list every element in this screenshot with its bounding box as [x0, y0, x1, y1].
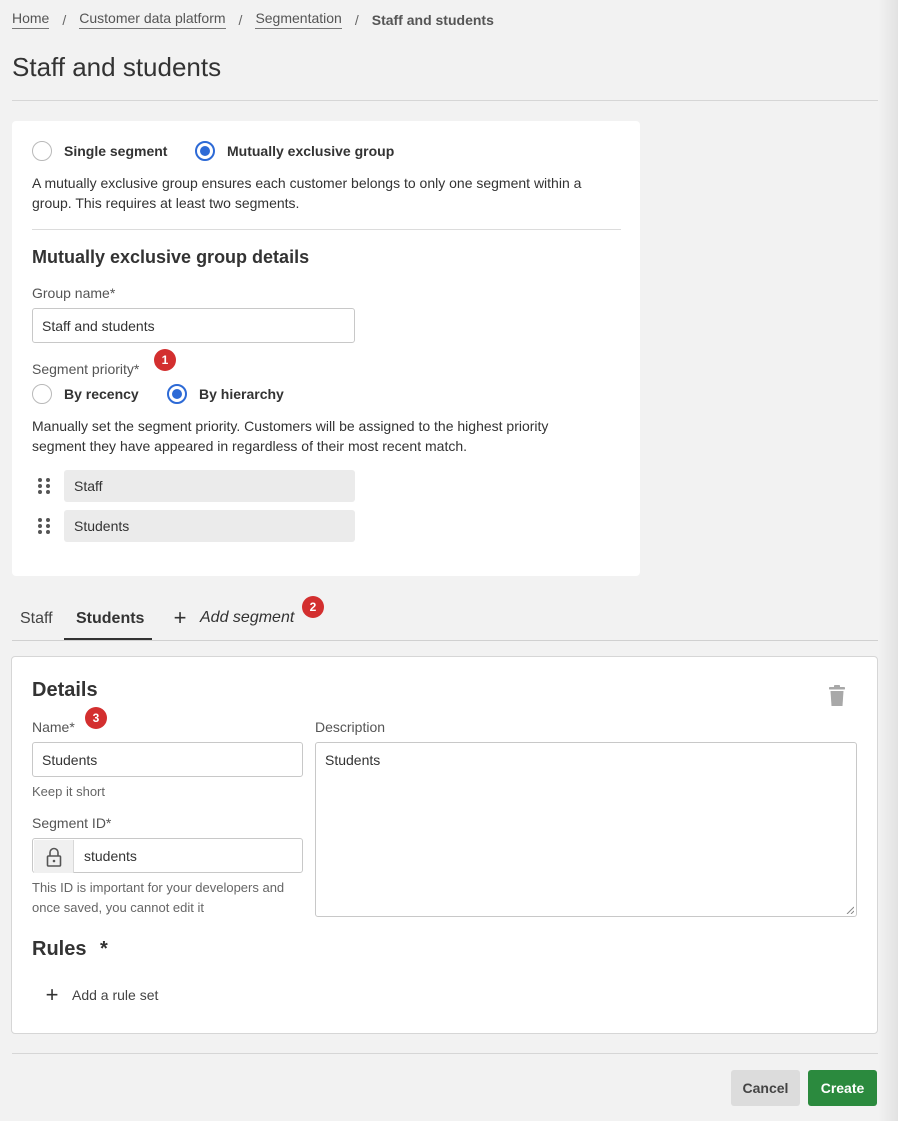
by-recency-label: By recency — [64, 386, 139, 402]
card-divider — [32, 229, 621, 230]
name-help: Keep it short — [32, 784, 105, 799]
by-hierarchy-label: By hierarchy — [199, 386, 284, 402]
create-button[interactable]: Create — [808, 1070, 877, 1106]
segment-id-input: students — [32, 838, 303, 873]
add-rule-set-button[interactable]: + Add a rule set — [44, 982, 159, 1007]
breadcrumb-home[interactable]: Home — [12, 10, 50, 29]
lock-icon — [34, 840, 74, 873]
description-textarea[interactable]: Students — [315, 742, 857, 917]
drag-handle-icon[interactable] — [32, 474, 56, 498]
breadcrumb-separator: / — [238, 11, 243, 28]
breadcrumb-current: Staff and students — [371, 11, 494, 28]
segment-id-value: students — [84, 847, 137, 864]
annotation-badge-1: 1 — [154, 349, 176, 371]
by-recency-radio[interactable] — [32, 384, 52, 404]
rules-required-marker: * — [100, 938, 108, 960]
priority-item-staff[interactable]: Staff — [32, 470, 355, 502]
breadcrumb-separator: / — [354, 11, 359, 28]
breadcrumb: Home / Customer data platform / Segmenta… — [12, 10, 494, 29]
plus-icon: + — [45, 982, 59, 1007]
priority-item-label: Staff — [64, 470, 355, 502]
mutually-exclusive-option[interactable]: Mutually exclusive group — [195, 141, 394, 161]
group-settings-card: Single segment Mutually exclusive group … — [12, 121, 640, 576]
segment-id-label: Segment ID* — [32, 815, 112, 831]
segment-id-help: This ID is important for your developers… — [32, 880, 285, 915]
name-label: Name* — [32, 719, 75, 735]
segment-details-card: Details Name* 3 Students Keep it short S… — [11, 656, 878, 1034]
add-segment-label: Add segment — [200, 609, 295, 626]
segment-type-help: A mutually exclusive group ensures each … — [32, 175, 582, 211]
mutually-exclusive-radio[interactable] — [195, 141, 215, 161]
footer-divider — [12, 1053, 878, 1054]
by-hierarchy-radio[interactable] — [167, 384, 187, 404]
breadcrumb-separator: / — [62, 11, 67, 28]
trash-icon[interactable] — [828, 685, 846, 707]
priority-item-students[interactable]: Students — [32, 510, 355, 542]
title-divider — [12, 100, 878, 101]
name-input[interactable]: Students — [32, 742, 303, 777]
single-segment-option[interactable]: Single segment — [32, 141, 167, 161]
priority-item-label: Students — [64, 510, 355, 542]
description-label: Description — [315, 719, 386, 735]
tab-students[interactable]: Students — [76, 610, 144, 628]
group-name-input[interactable]: Staff and students — [32, 308, 355, 343]
rules-title: Rules * — [32, 938, 108, 961]
tabs-divider — [12, 640, 878, 641]
add-rule-set-label: Add a rule set — [72, 987, 159, 1003]
details-title: Details — [32, 679, 98, 701]
breadcrumb-segmentation[interactable]: Segmentation — [255, 10, 342, 29]
segment-tabs: Staff Students + Add segment 2 — [12, 596, 878, 641]
single-segment-label: Single segment — [64, 143, 168, 159]
segment-priority-label: Segment priority* — [32, 361, 140, 377]
by-hierarchy-option[interactable]: By hierarchy — [167, 384, 284, 404]
plus-icon: + — [173, 605, 187, 630]
window-edge-shadow — [878, 0, 898, 1121]
tab-staff[interactable]: Staff — [20, 610, 53, 628]
add-segment-tab[interactable]: + Add segment — [172, 605, 295, 630]
group-name-label: Group name* — [32, 285, 116, 301]
drag-handle-icon[interactable] — [32, 514, 56, 538]
page: Home / Customer data platform / Segmenta… — [0, 0, 878, 1121]
page-title: Staff and students — [12, 52, 222, 82]
cancel-button[interactable]: Cancel — [731, 1070, 800, 1106]
annotation-badge-2: 2 — [302, 596, 324, 618]
resize-handle-icon[interactable] — [846, 906, 854, 914]
annotation-badge-3: 3 — [85, 707, 107, 729]
rules-title-text: Rules — [32, 938, 87, 960]
breadcrumb-customer-data-platform[interactable]: Customer data platform — [79, 10, 226, 29]
single-segment-radio[interactable] — [32, 141, 52, 161]
segment-priority-help: Manually set the segment priority. Custo… — [32, 418, 549, 454]
by-recency-option[interactable]: By recency — [32, 384, 139, 404]
mutually-exclusive-label: Mutually exclusive group — [227, 143, 395, 159]
group-details-title: Mutually exclusive group details — [32, 247, 310, 267]
description-value: Students — [325, 752, 381, 768]
